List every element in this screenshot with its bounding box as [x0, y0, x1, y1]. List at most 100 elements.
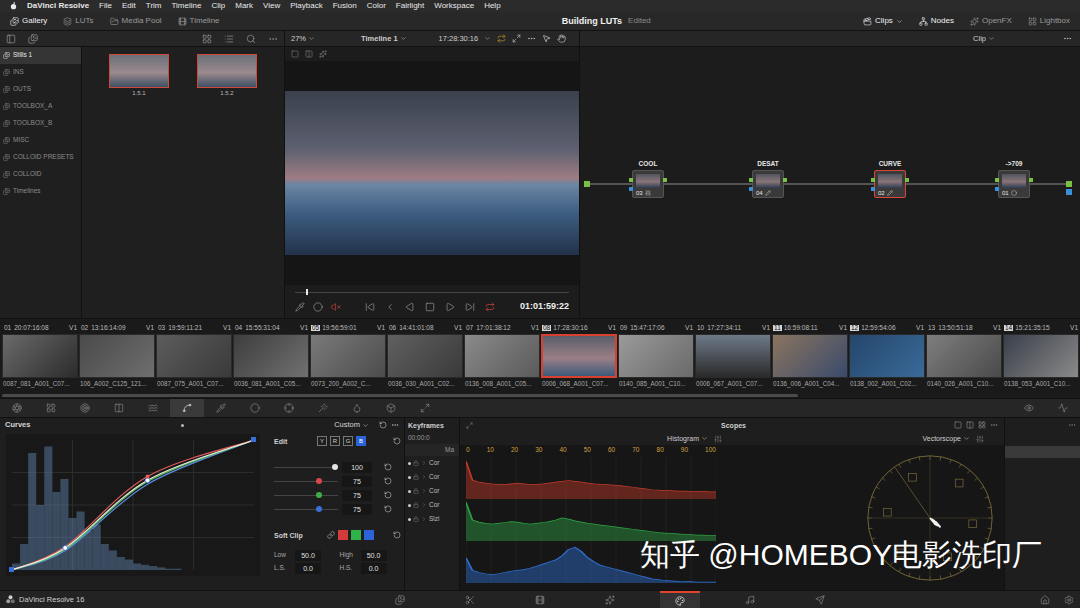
lock-icon[interactable] [413, 488, 419, 494]
menu-item[interactable]: Fairlight [396, 2, 424, 10]
media-pool-icon[interactable] [110, 17, 119, 26]
menu-item[interactable]: Mark [235, 2, 253, 10]
search-icon[interactable] [246, 34, 256, 44]
page-button[interactable] [520, 591, 560, 608]
scrub-bar[interactable] [295, 289, 569, 295]
album-item[interactable]: Stills 1 [0, 47, 81, 64]
node[interactable]: ->70901 [998, 161, 1030, 198]
highlight-icon[interactable] [313, 302, 323, 312]
album-item[interactable]: TOOLBOX_B [0, 115, 81, 132]
list-view-icon[interactable] [224, 34, 234, 44]
keyframe-row[interactable]: Cor [405, 456, 459, 470]
play-reverse-icon[interactable] [405, 302, 415, 312]
soft-clip-field[interactable]: H.S.0.0 [340, 563, 402, 574]
node-canvas[interactable]: COOL03DESAT04CURVE02->70901 [580, 47, 1080, 318]
album-item[interactable]: MISC [0, 132, 81, 149]
clip[interactable]: 0817:28:30:16V10006_068_A001_C07... [541, 322, 617, 392]
settings-icon[interactable] [1064, 595, 1074, 605]
expand-icon[interactable] [421, 474, 427, 480]
reset-icon[interactable] [384, 477, 392, 485]
palette-tool[interactable] [1012, 399, 1046, 417]
menu-item[interactable]: Help [484, 2, 500, 10]
clip[interactable]: 1212:59:54:06V10138_002_A001_C02... [849, 322, 925, 392]
apple-logo-icon[interactable] [10, 2, 17, 10]
palette-tool[interactable] [170, 399, 204, 417]
menu-item[interactable]: Timeline [172, 2, 202, 10]
image-wipe-icon[interactable] [291, 50, 299, 58]
soft-clip-field[interactable]: High50.0 [340, 550, 402, 561]
channel-button[interactable]: R [330, 436, 340, 446]
soft-clip-field[interactable]: L.S.0.0 [274, 563, 336, 574]
album-item[interactable]: TOOLBOX_A [0, 98, 81, 115]
clip[interactable]: 1313:50:51:18V10140_026_A001_C10... [926, 322, 1002, 392]
toolbar-button[interactable]: Clips [857, 17, 909, 26]
expand-icon[interactable] [421, 502, 427, 508]
gallery-icon[interactable] [10, 17, 19, 26]
clip[interactable]: 0614:41:01:08V10036_030_A001_C02... [387, 322, 463, 392]
chevron-down-icon[interactable] [896, 18, 903, 25]
menu-item[interactable]: Playback [290, 2, 322, 10]
page-button[interactable] [450, 591, 490, 608]
scope-type-dropdown[interactable]: Histogram [667, 435, 708, 443]
lightbox-icon[interactable] [1028, 17, 1037, 26]
node[interactable]: COOL03 [632, 161, 664, 198]
grid-view-icon[interactable] [202, 34, 212, 44]
menu-item[interactable]: Color [367, 2, 386, 10]
stills-icon[interactable] [28, 34, 38, 44]
chevron-down-icon[interactable] [362, 422, 369, 429]
luts-icon[interactable] [63, 17, 72, 26]
lock-icon[interactable] [413, 516, 419, 522]
mute-icon[interactable] [331, 302, 341, 312]
close-icon[interactable] [466, 422, 473, 429]
clip[interactable]: 0519:56:59:01V10073_200_A002_C... [310, 322, 386, 392]
still[interactable]: 1.5.1 [109, 54, 169, 96]
reset-icon[interactable] [379, 421, 387, 429]
highlight-icon[interactable] [319, 50, 327, 58]
intensity-value[interactable]: 100 [342, 462, 372, 473]
clip[interactable]: 1116:59:08:11V10136_006_A001_C04... [772, 322, 848, 392]
zoom-dropdown[interactable]: 27% [291, 35, 315, 43]
soft-clip-channel[interactable] [351, 530, 361, 540]
chevron-down-icon[interactable] [963, 435, 970, 442]
nodes-icon[interactable] [919, 17, 928, 26]
lock-icon[interactable] [413, 502, 419, 508]
toolbar-button[interactable]: Lightbox [1022, 17, 1076, 26]
single-view-icon[interactable] [954, 421, 962, 429]
palette-tool[interactable] [34, 399, 68, 417]
more-icon[interactable] [391, 421, 399, 429]
soft-clip-channel[interactable] [338, 530, 348, 540]
link-icon[interactable] [327, 531, 335, 539]
palette-tool[interactable] [102, 399, 136, 417]
loop-icon[interactable] [497, 34, 506, 43]
home-icon[interactable] [1040, 595, 1050, 605]
toolbar-button[interactable]: Timeline [172, 17, 226, 26]
loop-icon[interactable] [485, 302, 495, 312]
node[interactable]: CURVE02 [874, 161, 906, 198]
keyframe-row[interactable]: Cor [405, 470, 459, 484]
timeline-icon[interactable] [178, 17, 187, 26]
menu-item[interactable]: Trim [146, 2, 162, 10]
reset-icon[interactable] [384, 505, 392, 513]
palette-tool[interactable] [238, 399, 272, 417]
intensity-slider[interactable] [274, 477, 338, 485]
clips-icon[interactable] [863, 17, 872, 26]
intensity-value[interactable]: 75 [342, 504, 372, 515]
page-button[interactable] [590, 591, 630, 608]
palette-tool[interactable] [340, 399, 374, 417]
pipette-icon[interactable] [295, 302, 305, 312]
toolbar-button[interactable]: OpenFX [964, 17, 1018, 26]
fit-icon[interactable] [512, 34, 521, 43]
more-icon[interactable] [1063, 34, 1072, 43]
clip[interactable]: 0415:55:31:04V10036_081_A001_C05... [233, 322, 309, 392]
palette-tool[interactable] [0, 399, 34, 417]
page-button[interactable] [800, 591, 840, 608]
curve-mode-dropdown[interactable]: Custom [334, 421, 369, 429]
toolbar-button[interactable]: Gallery [4, 17, 53, 26]
palette-tool[interactable] [272, 399, 306, 417]
expand-icon[interactable] [421, 516, 427, 522]
clip[interactable]: 0915:47:17:06V10140_085_A001_C10... [618, 322, 694, 392]
palette-tool[interactable] [306, 399, 340, 417]
page-button[interactable] [380, 591, 420, 608]
curve-graph[interactable] [6, 434, 260, 576]
still[interactable]: 1.5.2 [197, 54, 257, 96]
